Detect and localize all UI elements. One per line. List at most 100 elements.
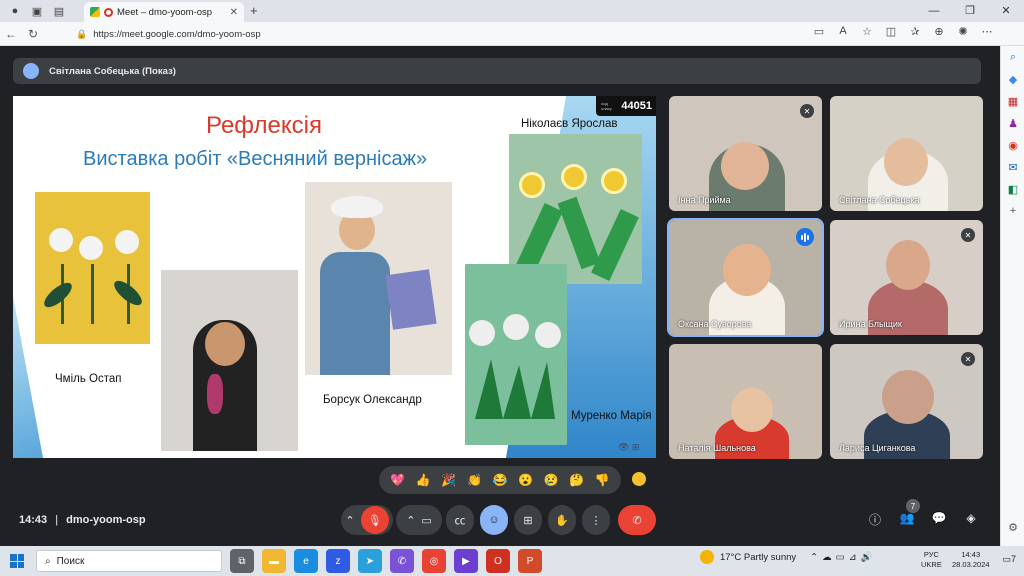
- chrome-icon[interactable]: ◎: [422, 549, 446, 573]
- tab-close-icon[interactable]: ✕: [230, 7, 238, 18]
- craft-photo-chmil: [35, 192, 150, 344]
- lock-icon[interactable]: 🔒: [76, 29, 87, 40]
- zoom-icon[interactable]: z: [326, 549, 350, 573]
- chat-icon[interactable]: 💬: [930, 511, 948, 528]
- browser-tab-meet[interactable]: Meet – dmo-yoom-osp ✕: [84, 2, 244, 22]
- viber-icon[interactable]: ✆: [390, 549, 414, 573]
- reaction-heart[interactable]: 💖: [390, 473, 405, 487]
- reactions-button[interactable]: ☺: [480, 505, 508, 535]
- add-sidebar-icon[interactable]: +: [1001, 200, 1024, 222]
- captions-button[interactable]: ㏄: [446, 505, 474, 535]
- reaction-surprised[interactable]: 😮: [518, 473, 533, 487]
- tab-actions-icon[interactable]: ▤: [52, 4, 66, 18]
- more-icon[interactable]: ⋯: [978, 25, 996, 38]
- participant-name: Ирина Блыщик: [839, 319, 902, 329]
- favorite-star-icon[interactable]: ☆: [858, 25, 876, 38]
- search-icon: ⌕: [45, 555, 51, 567]
- weather-widget[interactable]: 17°C Partly sunny ⌃☁▭⊿🔊: [700, 550, 876, 564]
- close-window-button[interactable]: ✕: [988, 0, 1024, 22]
- powerpoint-icon[interactable]: P: [518, 549, 542, 573]
- participant-tile[interactable]: ✕ Лариса Циганкова: [830, 344, 983, 459]
- raise-hand-button[interactable]: ✋: [548, 505, 576, 535]
- notification-count: 7: [1010, 554, 1016, 564]
- new-tab-button[interactable]: +: [250, 3, 258, 18]
- telegram-icon[interactable]: ➤: [358, 549, 382, 573]
- minimize-button[interactable]: —: [916, 0, 952, 22]
- outlook-icon[interactable]: ✉: [1001, 156, 1024, 178]
- craft-photo-nikolaev: [509, 134, 642, 284]
- notifications-icon[interactable]: ▭7: [1002, 554, 1016, 565]
- language-indicator[interactable]: РУС UKRE: [921, 550, 942, 570]
- task-view-icon[interactable]: ⧉: [230, 549, 254, 573]
- reaction-clap[interactable]: 👏: [467, 473, 482, 487]
- tray-icons[interactable]: ⌃☁▭⊿🔊: [810, 552, 876, 563]
- weather-icon: [700, 550, 714, 564]
- people-icon[interactable]: 👥: [898, 511, 916, 528]
- class-code-counter: код класу 44051: [596, 96, 656, 116]
- leave-call-button[interactable]: ✆: [618, 505, 656, 535]
- reaction-party[interactable]: 🎉: [441, 473, 456, 487]
- craft-photo-murenko: [465, 264, 567, 445]
- participant-tile[interactable]: Наталія Шальнова: [669, 344, 822, 459]
- caption-nikolaev: Ніколаєв Ярослав: [521, 118, 618, 130]
- split-screen-icon[interactable]: ◫: [882, 25, 900, 38]
- activities-icon[interactable]: ◈: [962, 511, 980, 528]
- meeting-details-icon[interactable]: ⓘ: [866, 511, 884, 528]
- file-explorer-icon[interactable]: ▬: [262, 549, 286, 573]
- reaction-sad[interactable]: 😢: [544, 473, 559, 487]
- profile-icon[interactable]: ●: [8, 4, 22, 18]
- back-icon[interactable]: ←: [0, 27, 22, 41]
- camera-button[interactable]: ▭: [421, 514, 431, 527]
- search-icon[interactable]: ⌕: [1001, 46, 1024, 68]
- taskbar-search[interactable]: ⌕ Поиск: [36, 550, 222, 572]
- caption-chmil: Чміль Остап: [55, 373, 122, 385]
- participant-name: Оксана Суворова: [678, 319, 752, 329]
- system-clock[interactable]: 14:43 28.03.2024: [952, 550, 990, 570]
- maximize-button[interactable]: ❐: [952, 0, 988, 22]
- mic-off-button[interactable]: 🎙: [360, 506, 389, 534]
- designer-icon[interactable]: ◧: [1001, 178, 1024, 200]
- taskbar-apps: ⧉ ▬ e z ➤ ✆ ◎ ▶ O P: [230, 549, 542, 573]
- camera-options-icon[interactable]: ⌃: [406, 514, 415, 527]
- collections-icon[interactable]: ⊕: [930, 25, 948, 38]
- reaction-thinking[interactable]: 🤔: [569, 473, 584, 487]
- games-icon[interactable]: ♟: [1001, 112, 1024, 134]
- opera-icon[interactable]: O: [486, 549, 510, 573]
- participant-tile[interactable]: ✕ Інна Прийма: [669, 96, 822, 211]
- slide-title: Рефлексія: [206, 112, 322, 139]
- refresh-icon[interactable]: ↻: [22, 27, 44, 41]
- more-options-button[interactable]: ⋮: [582, 505, 610, 535]
- start-icon[interactable]: [10, 554, 24, 568]
- mic-group: ⌃ 🎙: [341, 505, 393, 535]
- present-button[interactable]: ⊞: [514, 505, 542, 535]
- reaction-thumbs-up[interactable]: 👍: [416, 473, 431, 487]
- workspaces-icon[interactable]: ▣: [30, 4, 44, 18]
- read-aloud-icon[interactable]: A: [834, 25, 852, 38]
- participant-name: Інна Прийма: [678, 195, 731, 205]
- media-player-icon[interactable]: ▶: [454, 549, 478, 573]
- meeting-separator: |: [55, 514, 59, 526]
- skin-tone-icon[interactable]: [632, 472, 646, 486]
- tools-icon[interactable]: ▦: [1001, 90, 1024, 112]
- url-text: https://meet.google.com/dmo-yoom-osp: [93, 28, 261, 40]
- office-icon[interactable]: ◉: [1001, 134, 1024, 156]
- favorites-icon[interactable]: ✰: [906, 25, 924, 38]
- participant-tile[interactable]: Оксана Суворова: [667, 218, 824, 337]
- shopping-icon[interactable]: ◆: [1001, 68, 1024, 90]
- presenter-label: Світлана Собецька (Показ): [49, 65, 176, 77]
- edge-icon[interactable]: e: [294, 549, 318, 573]
- reaction-thumbs-down[interactable]: 👎: [595, 473, 610, 487]
- search-label: Поиск: [56, 555, 85, 567]
- reaction-laugh[interactable]: 😂: [492, 473, 507, 487]
- view-icon[interactable]: 👁 ⊞: [618, 442, 639, 453]
- reactions-bar: 💖 👍 🎉 👏 😂 😮 😢 🤔 👎: [379, 466, 621, 494]
- participant-tile[interactable]: ✕ Ирина Блыщик: [830, 220, 983, 335]
- meet-favicon-icon: [90, 7, 100, 17]
- extensions-icon[interactable]: ✺: [954, 25, 972, 38]
- mic-options-icon[interactable]: ⌃: [345, 514, 354, 527]
- sidebar-settings-icon[interactable]: ⚙: [1001, 516, 1024, 538]
- url-field[interactable]: 🔒 https://meet.google.com/dmo-yoom-osp: [76, 25, 676, 43]
- camera-permission-icon[interactable]: ▭: [810, 25, 828, 38]
- participant-tile[interactable]: Світлана Собецька: [830, 96, 983, 211]
- counter-prefix: код класу: [601, 101, 612, 111]
